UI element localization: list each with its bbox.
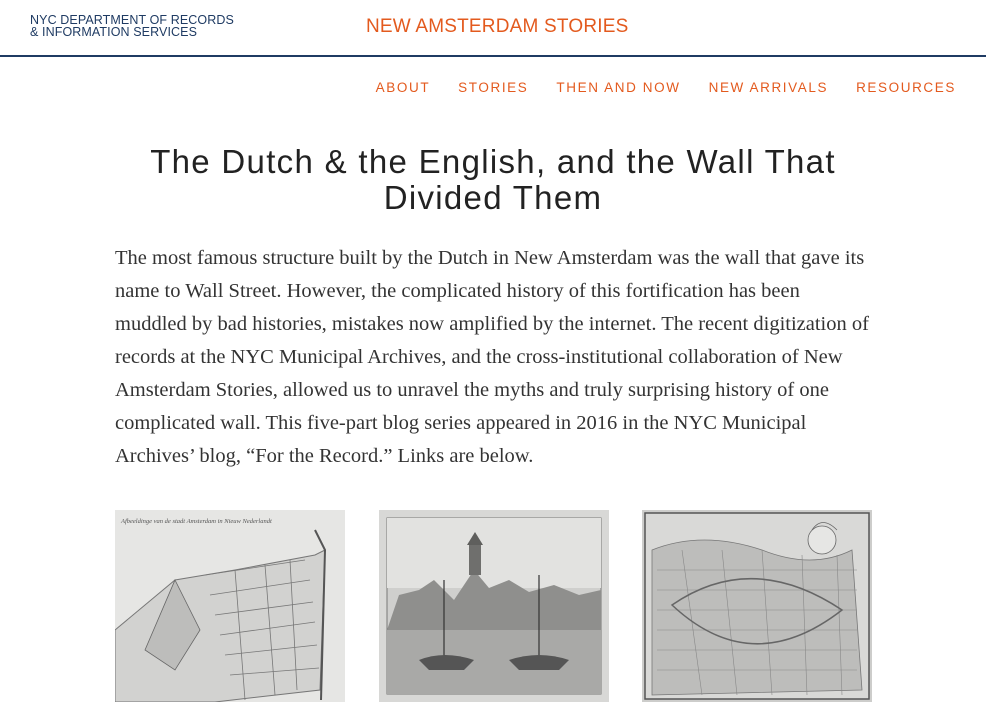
department-name-line2: & INFORMATION SERVICES <box>30 25 198 39</box>
page-title: The Dutch & the English, and the Wall Th… <box>150 143 836 216</box>
intro-paragraph: The most famous structure built by the D… <box>115 247 869 467</box>
map-caption: Afbeeldinge van de stadt Amsterdam in Ni… <box>120 518 272 525</box>
header-divider <box>0 55 986 57</box>
bird-eye-city-map-image[interactable] <box>642 510 872 702</box>
nav-then-and-now[interactable]: THEN AND NOW <box>556 80 680 95</box>
department-logo[interactable]: NYC DEPARTMENT OF RECORDS & INFORMATION … <box>30 14 234 39</box>
nav-about[interactable]: ABOUT <box>376 80 431 95</box>
waterfront-engraving-image[interactable] <box>379 510 609 702</box>
castello-plan-map-image[interactable]: Afbeeldinge van de stadt Amsterdam in Ni… <box>115 510 345 702</box>
nav-resources[interactable]: RESOURCES <box>856 80 956 95</box>
nav-new-arrivals[interactable]: NEW ARRIVALS <box>709 80 828 95</box>
site-header: NYC DEPARTMENT OF RECORDS & INFORMATION … <box>0 0 986 55</box>
main-nav: ABOUT STORIES THEN AND NOW NEW ARRIVALS … <box>376 80 956 95</box>
nav-stories[interactable]: STORIES <box>458 80 528 95</box>
site-title-link[interactable]: NEW AMSTERDAM STORIES <box>366 16 629 38</box>
